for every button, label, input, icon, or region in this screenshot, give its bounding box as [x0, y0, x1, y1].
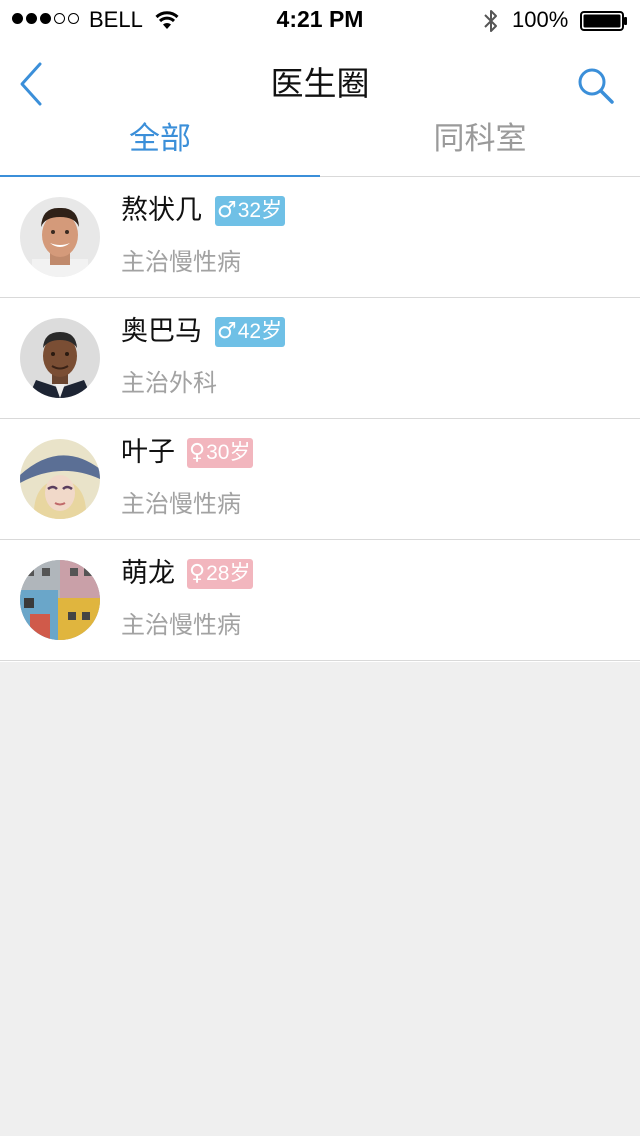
bluetooth-icon [484, 10, 497, 32]
avatar [20, 439, 100, 519]
search-button[interactable] [574, 64, 618, 108]
avatar [20, 318, 100, 398]
list-item[interactable]: 奥巴马 ♂ 42岁 主治外科 [0, 298, 640, 419]
age-label: 32岁 [237, 199, 283, 222]
screen: BELL 4:21 PM 100% 医生圈 全部 同科室 熬状几 ♂ 32岁 主… [0, 0, 640, 1136]
male-icon: ♂ [217, 319, 237, 344]
list-item[interactable]: 萌龙 ♀ 28岁 主治慢性病 [0, 540, 640, 661]
status-bar: BELL 4:21 PM 100% [0, 0, 640, 40]
list-item[interactable]: 熬状几 ♂ 32岁 主治慢性病 [0, 177, 640, 298]
gender-age-badge: ♂ 32岁 [215, 196, 286, 226]
avatar [20, 197, 100, 277]
search-icon [578, 68, 614, 104]
doctor-list: 熬状几 ♂ 32岁 主治慢性病 奥巴马 ♂ 42岁 主治外科 叶子 ♀ 30岁 … [0, 177, 640, 661]
doctor-specialty: 主治慢性病 [121, 611, 241, 639]
page-title: 医生圈 [270, 64, 370, 103]
age-label: 28岁 [206, 562, 251, 585]
battery-icon [580, 11, 627, 31]
avatar [20, 560, 100, 640]
gender-age-badge: ♀ 28岁 [187, 559, 254, 589]
doctor-specialty: 主治慢性病 [121, 248, 241, 276]
doctor-specialty: 主治慢性病 [121, 490, 241, 518]
battery-percentage: 100% [512, 7, 569, 32]
gender-age-badge: ♀ 30岁 [187, 438, 254, 468]
doctor-name: 萌龙 [121, 558, 175, 589]
tab-same-department[interactable]: 同科室 [320, 108, 640, 176]
list-item[interactable]: 叶子 ♀ 30岁 主治慢性病 [0, 419, 640, 540]
male-icon: ♂ [217, 198, 237, 223]
doctor-specialty: 主治外科 [121, 369, 217, 397]
tab-bar: 全部 同科室 [0, 108, 640, 177]
age-label: 42岁 [237, 320, 283, 343]
doctor-name: 熬状几 [121, 195, 202, 226]
age-label: 30岁 [206, 441, 251, 464]
female-icon: ♀ [189, 440, 206, 465]
tab-all[interactable]: 全部 [0, 108, 320, 176]
doctor-name: 叶子 [121, 437, 175, 468]
gender-age-badge: ♂ 42岁 [215, 317, 286, 347]
doctor-name: 奥巴马 [121, 316, 202, 347]
female-icon: ♀ [189, 561, 206, 586]
